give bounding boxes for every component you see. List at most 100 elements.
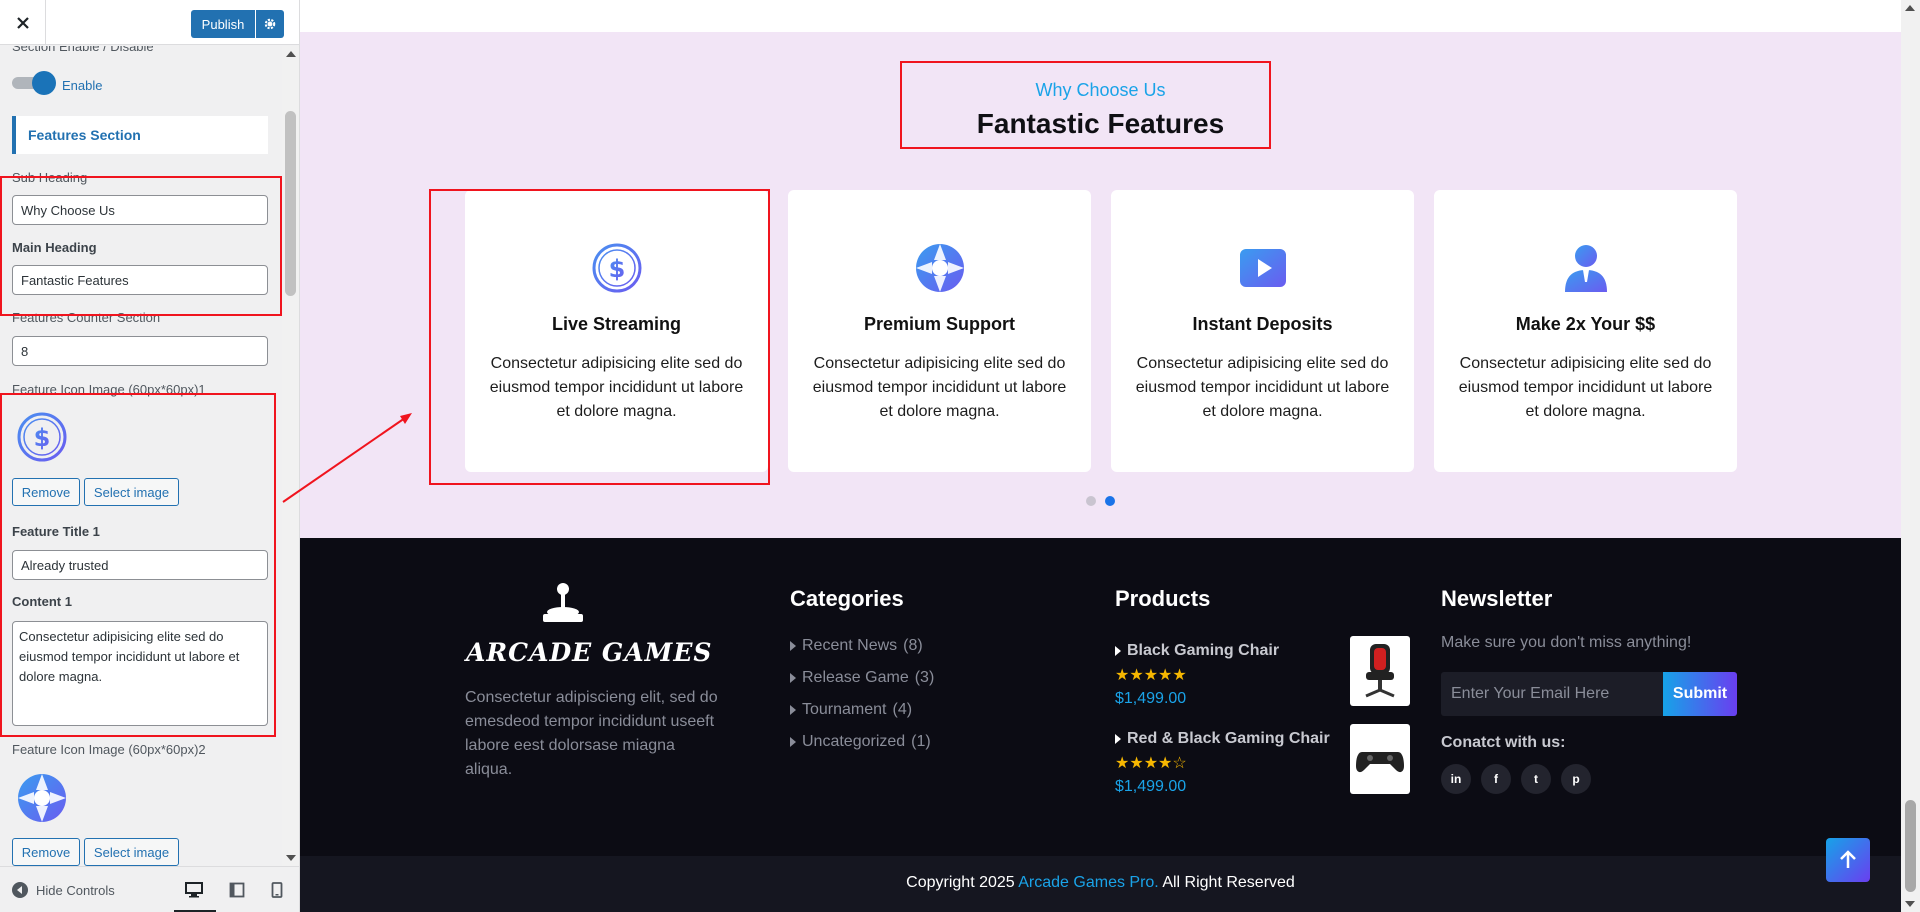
category-name: Tournament (802, 701, 887, 718)
slider-dot[interactable] (1086, 496, 1096, 506)
twitter-icon: t (1534, 772, 1538, 786)
select-image-1-button[interactable]: Select image (84, 478, 179, 506)
facebook-link[interactable]: f (1481, 764, 1511, 794)
tablet-preview-button[interactable] (228, 881, 246, 899)
pinterest-link[interactable]: p (1561, 764, 1591, 794)
desktop-preview-button[interactable] (185, 881, 203, 899)
copyright-suffix: All Right Reserved (1158, 874, 1295, 891)
preview-scrollbar-thumb[interactable] (1905, 800, 1916, 892)
products-heading: Products (1115, 586, 1211, 611)
category-count: (1) (911, 733, 931, 750)
contact-label: Conatct with us: (1441, 734, 1566, 751)
product-thumbnail[interactable] (1350, 636, 1410, 706)
feature-title-1-input[interactable] (12, 550, 268, 580)
toggle-knob (32, 71, 56, 95)
svg-text:$: $ (609, 255, 626, 283)
product-name: Black Gaming Chair (1127, 642, 1280, 659)
remove-image-2-button[interactable]: Remove (12, 838, 80, 866)
linkedin-icon: in (1450, 772, 1462, 786)
product-rating: ★★★★★ (1115, 667, 1187, 684)
site-preview: Why Choose Us Fantastic Features $ Live … (300, 0, 1901, 912)
caret-right-icon (1115, 734, 1121, 744)
sidebar-scrollbar-thumb[interactable] (285, 111, 296, 296)
preview-scroll-up-arrow[interactable] (1905, 5, 1915, 11)
svg-text:$: $ (34, 424, 51, 452)
back-to-top-button[interactable] (1826, 838, 1870, 882)
newsletter-description: Make sure you don't miss anything! (1441, 634, 1692, 651)
content-1-textarea[interactable]: Consectetur adipisicing elite sed do eiu… (12, 621, 268, 726)
features-main-heading: Fantastic Features (976, 108, 1225, 139)
hide-controls-label: Hide Controls (36, 882, 115, 898)
customizer-sidebar: Publish Section Enable / Disable Enable … (0, 0, 300, 912)
site-logo-text[interactable]: ARCADE GAMES (466, 638, 712, 667)
icon-image-1-label: Feature Icon Image (60px*60px)1 (12, 382, 206, 397)
counter-input[interactable] (12, 336, 268, 366)
close-button[interactable] (0, 0, 46, 45)
hide-controls-button[interactable]: Hide Controls (12, 882, 115, 898)
preview-scroll-down-arrow[interactable] (1905, 901, 1915, 907)
category-count: (8) (903, 637, 923, 654)
dollar-icon: $ (592, 243, 642, 293)
caret-right-icon (790, 737, 796, 747)
category-name: Release Game (802, 669, 909, 686)
copyright-prefix: Copyright 2025 (906, 874, 1019, 891)
desktop-icon (185, 882, 203, 898)
category-link[interactable]: Release Game (3) (790, 669, 934, 687)
preview-scrollbar[interactable] (1901, 0, 1920, 912)
scroll-up-arrow[interactable] (286, 51, 296, 57)
feature-text: Consectetur adipisicing elite sed do eiu… (1458, 355, 1713, 420)
category-link[interactable]: Uncategorized (1) (790, 733, 931, 751)
copyright-link[interactable]: Arcade Games Pro. (1018, 874, 1159, 891)
feature-card: Premium Support Consectetur adipisicing … (788, 190, 1091, 472)
newsletter-submit-button[interactable]: Submit (1663, 672, 1737, 716)
category-link[interactable]: Tournament (4) (790, 701, 912, 719)
lifebuoy-icon (916, 244, 964, 292)
toggle-label: Enable (62, 78, 103, 93)
features-sub-heading: Why Choose Us (1035, 80, 1166, 100)
main-heading-label: Main Heading (12, 240, 97, 255)
caret-right-icon (790, 673, 796, 683)
feature-title: Live Streaming (551, 314, 682, 334)
product-link[interactable]: Black Gaming Chair (1115, 642, 1279, 660)
customizer-footer: Hide Controls (0, 866, 299, 912)
categories-heading: Categories (790, 586, 904, 611)
sub-heading-input[interactable] (12, 195, 268, 225)
gamepad-image (1356, 752, 1404, 773)
twitter-link[interactable]: t (1521, 764, 1551, 794)
content-1-label: Content 1 (12, 594, 72, 609)
category-link[interactable]: Recent News (8) (790, 637, 923, 655)
linkedin-link[interactable]: in (1441, 764, 1471, 794)
mobile-preview-button[interactable] (268, 881, 286, 899)
product-name: Red & Black Gaming Chair (1127, 730, 1330, 747)
features-section-title: Features Section (12, 116, 268, 154)
feature-text: Consectetur adipisicing elite sed do eiu… (1135, 355, 1390, 420)
sidebar-scrollbar[interactable] (282, 46, 299, 866)
publish-button[interactable]: Publish (191, 10, 255, 38)
play-icon (1240, 249, 1286, 287)
copyright-text: Copyright 2025 Arcade Games Pro. All Rig… (300, 874, 1901, 892)
slider-dot-active[interactable] (1105, 496, 1115, 506)
product-price: $1,499.00 (1115, 778, 1187, 795)
main-heading-input[interactable] (12, 265, 268, 295)
category-count: (4) (892, 701, 913, 718)
footer-about-text: Consectetur adipiscieng elit, sed do eme… (465, 689, 718, 778)
product-link[interactable]: Red & Black Gaming Chair (1115, 730, 1330, 748)
section-enable-toggle[interactable] (12, 71, 56, 95)
remove-image-1-button[interactable]: Remove (12, 478, 80, 506)
collapse-icon (12, 882, 28, 898)
newsletter-email-input[interactable]: Enter Your Email Here (1441, 672, 1663, 716)
caret-right-icon (790, 705, 796, 715)
select-image-2-button[interactable]: Select image (84, 838, 179, 866)
scroll-down-arrow[interactable] (286, 855, 296, 861)
counter-label: Features Counter Section (12, 310, 161, 325)
publish-settings-button[interactable] (256, 10, 284, 38)
feature-title: Premium Support (863, 314, 1015, 334)
category-count: (3) (914, 669, 935, 686)
product-thumbnail[interactable] (1350, 724, 1410, 794)
product-price: $1,499.00 (1115, 690, 1187, 707)
feature-title: Instant Deposits (1192, 314, 1333, 334)
feature-card: $ Live Streaming Consectetur adipisicing… (465, 190, 768, 472)
caret-right-icon (790, 641, 796, 651)
caret-right-icon (1115, 646, 1121, 656)
facebook-icon: f (1494, 772, 1498, 786)
